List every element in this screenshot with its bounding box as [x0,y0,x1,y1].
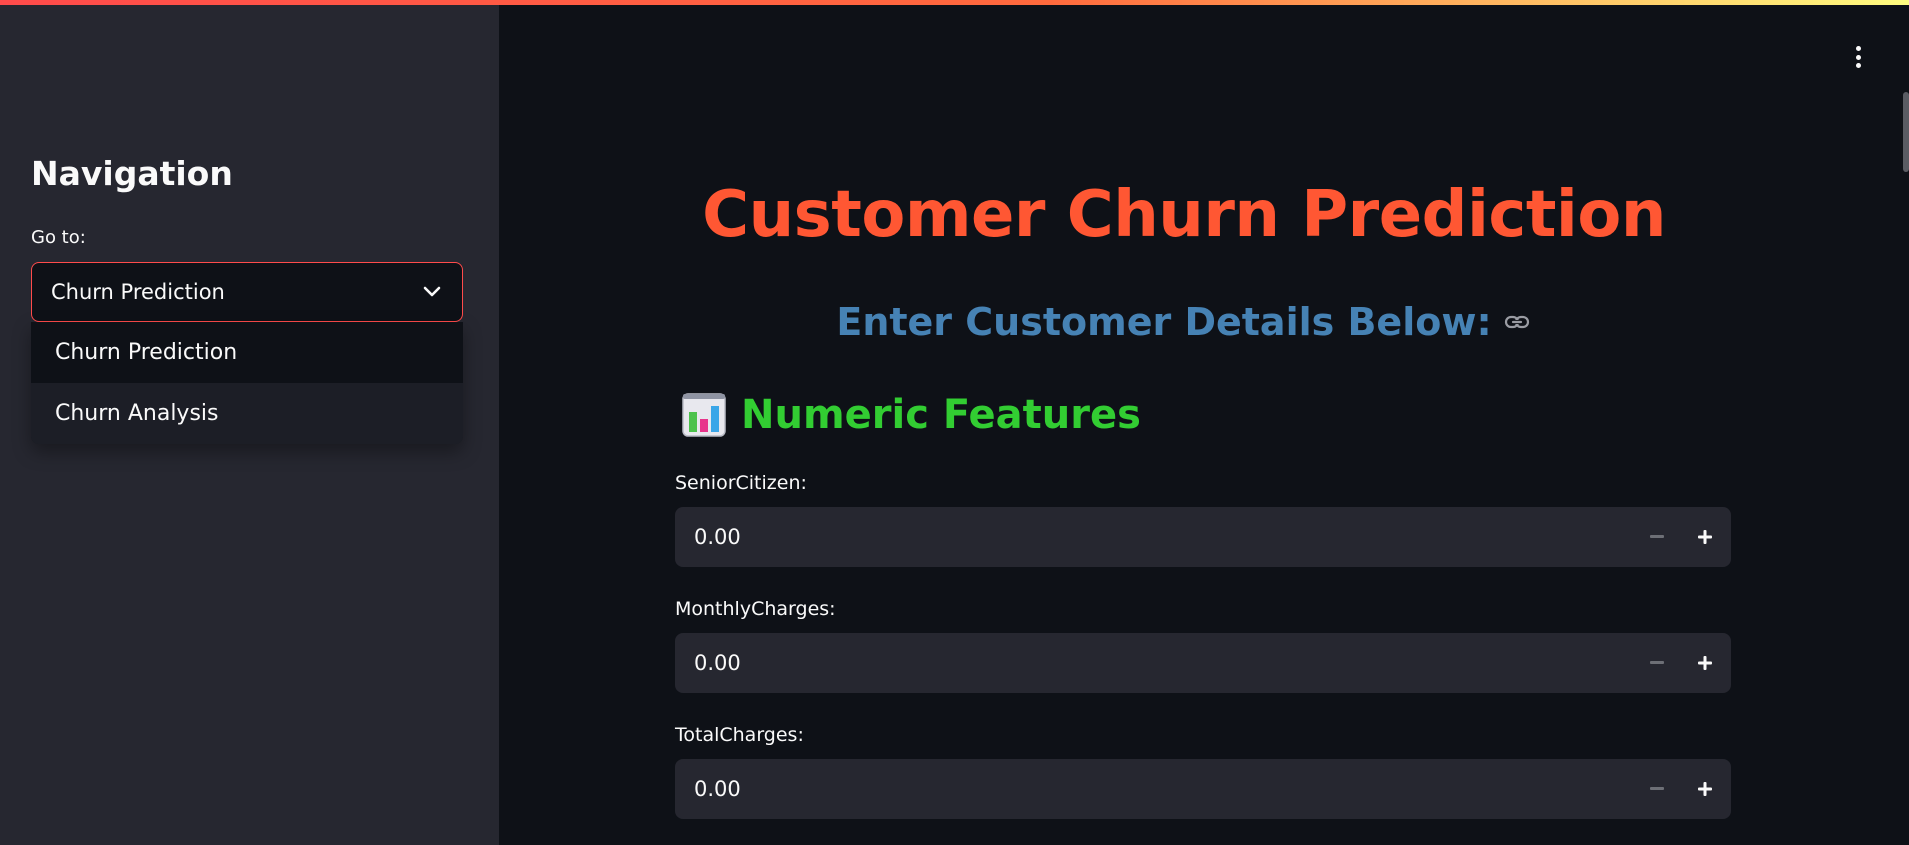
section-title: Numeric Features [741,392,1141,438]
sidebar: Navigation Go to: Churn Prediction Churn… [0,0,499,845]
top-decoration-bar [0,0,1909,5]
menu-dot-icon [1855,46,1861,51]
subtitle-row: Enter Customer Details Below: [499,300,1869,344]
total-charges-label: TotalCharges: [675,724,804,746]
main-menu-button[interactable] [1848,43,1868,71]
increment-button[interactable] [1681,507,1729,567]
bar-chart-icon [682,393,726,437]
decrement-button[interactable] [1633,507,1681,567]
section-header: Numeric Features [681,392,1141,438]
scrollbar-thumb[interactable] [1903,92,1909,172]
senior-citizen-input[interactable] [675,525,1633,549]
menu-dot-icon [1855,54,1861,60]
goto-label: Go to: [31,227,86,248]
menu-dot-icon [1855,63,1861,68]
option-churn-analysis[interactable]: Churn Analysis [31,383,463,444]
increment-button[interactable] [1681,759,1729,819]
decrement-button[interactable] [1633,759,1681,819]
monthly-charges-input[interactable] [675,651,1633,675]
page-title: Customer Churn Prediction [702,178,1666,252]
increment-button[interactable] [1681,633,1729,693]
senior-citizen-label: SeniorCitizen: [675,472,807,494]
chevron-down-icon [421,281,443,303]
sidebar-title: Navigation [31,154,233,193]
total-charges-input[interactable] [675,777,1633,801]
navigation-select[interactable]: Churn Prediction [31,262,463,322]
monthly-charges-input-group [675,633,1731,693]
total-charges-input-group [675,759,1731,819]
link-icon[interactable] [1504,308,1532,336]
senior-citizen-input-group [675,507,1731,567]
navigation-select-value: Churn Prediction [51,280,225,304]
option-churn-prediction[interactable]: Churn Prediction [31,322,463,383]
page-subtitle: Enter Customer Details Below: [836,300,1492,344]
navigation-dropdown: Churn Prediction Churn Analysis [31,322,463,444]
monthly-charges-label: MonthlyCharges: [675,598,836,620]
decrement-button[interactable] [1633,633,1681,693]
